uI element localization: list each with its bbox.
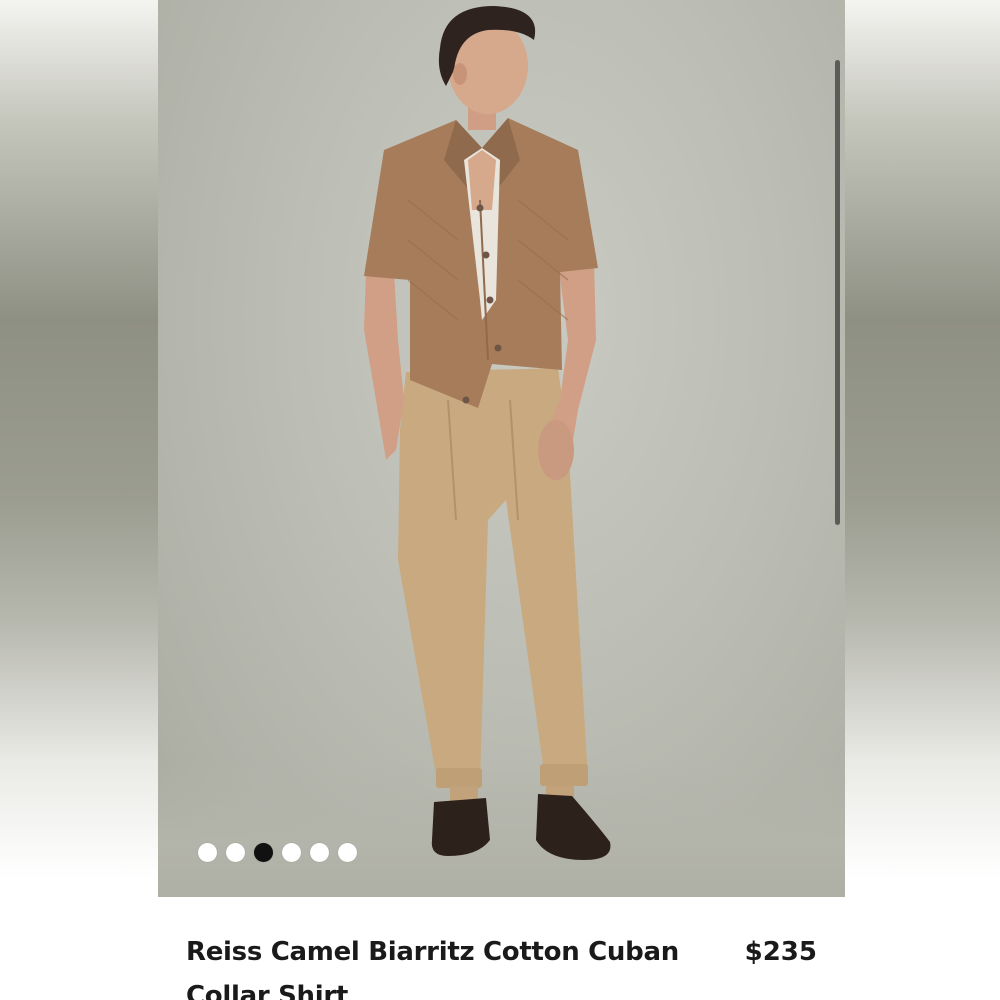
product-page: Reiss Camel Biarritz Cotton Cuban Collar…: [158, 0, 845, 1000]
carousel-pagination[interactable]: [198, 842, 357, 862]
carousel-dot[interactable]: [310, 842, 329, 862]
right-blurred-backdrop: [845, 0, 1000, 1000]
scrollbar[interactable]: [835, 60, 840, 525]
product-title[interactable]: Reiss Camel Biarritz Cotton Cuban Collar…: [186, 930, 716, 1000]
carousel-dot-active[interactable]: [254, 842, 273, 862]
carousel-dot[interactable]: [226, 842, 245, 862]
product-image[interactable]: [158, 0, 845, 897]
product-price: $235: [744, 937, 817, 967]
carousel-dot[interactable]: [282, 842, 301, 862]
model-figure: [364, 6, 611, 860]
carousel-dot[interactable]: [198, 842, 217, 862]
product-info-panel: Reiss Camel Biarritz Cotton Cuban Collar…: [158, 897, 845, 1000]
carousel-dot[interactable]: [338, 842, 357, 862]
left-blurred-backdrop: [0, 0, 158, 1000]
